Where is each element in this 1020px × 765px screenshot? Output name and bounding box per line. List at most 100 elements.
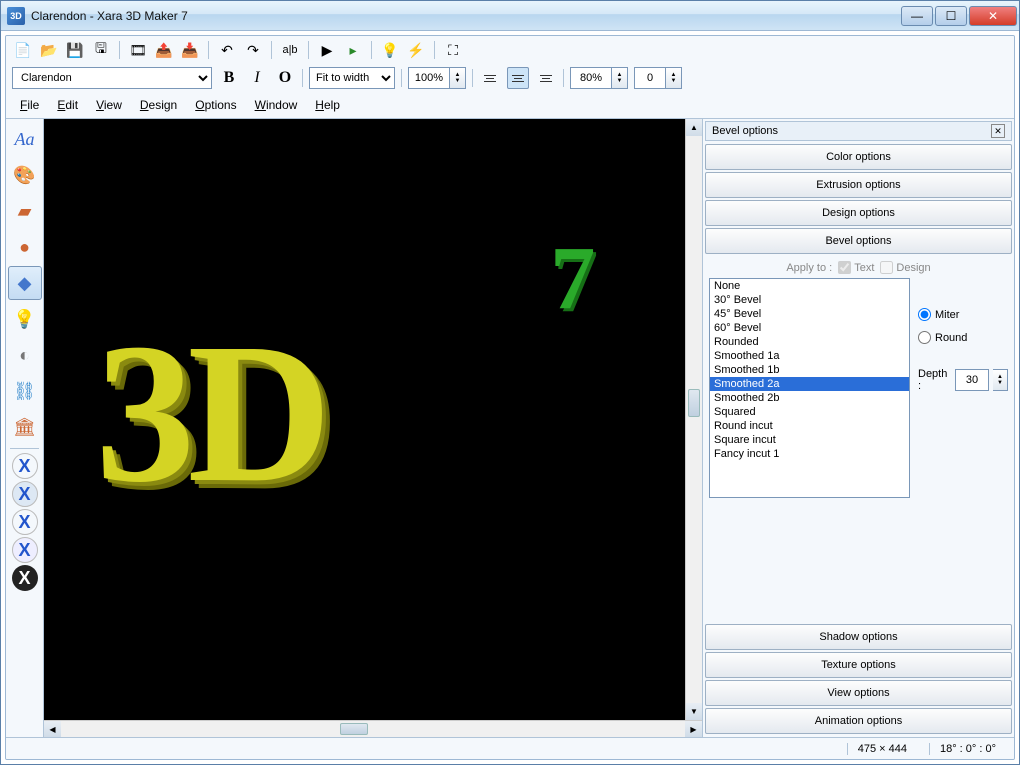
apply-design-checkbox[interactable]: Design: [880, 261, 930, 274]
bevel-tool[interactable]: ◆: [8, 266, 42, 300]
round-radio[interactable]: Round: [918, 331, 1008, 344]
zoom-spinner[interactable]: ▲▼: [450, 67, 466, 89]
export-button[interactable]: 📤: [153, 39, 175, 61]
bevel-list[interactable]: None30° Bevel45° Bevel60° BevelRoundedSm…: [709, 278, 910, 498]
align-right-button[interactable]: [535, 67, 557, 89]
vscroll-thumb[interactable]: [688, 389, 700, 417]
menu-options[interactable]: Options: [187, 96, 244, 114]
canvas-sup-text: 7: [550, 227, 595, 330]
menu-edit[interactable]: Edit: [49, 96, 86, 114]
animation-button[interactable]: 🎞: [127, 39, 149, 61]
scroll-up-arrow[interactable]: ▲: [686, 119, 702, 136]
color-options-button[interactable]: Color options: [705, 144, 1012, 170]
minimize-button[interactable]: —: [901, 6, 933, 26]
import-button[interactable]: 📥: [179, 39, 201, 61]
horizontal-scrollbar[interactable]: ◀ ▶: [44, 720, 702, 737]
scroll-right-arrow[interactable]: ▶: [685, 721, 702, 737]
step-button[interactable]: ▸: [342, 39, 364, 61]
x4-tool[interactable]: X: [12, 537, 38, 563]
zoom-control: ▲▼: [408, 67, 466, 89]
texture-options-button[interactable]: Texture options: [705, 652, 1012, 678]
zoom-input[interactable]: [408, 67, 450, 89]
tracking-input[interactable]: [570, 67, 612, 89]
apply-text-checkbox[interactable]: Text: [838, 261, 874, 274]
x3-tool[interactable]: X: [12, 509, 38, 535]
separator: [401, 69, 402, 87]
save-button[interactable]: 💾: [64, 39, 86, 61]
redo-button[interactable]: ↷: [242, 39, 264, 61]
menu-file[interactable]: File: [12, 96, 47, 114]
bevel-list-item[interactable]: Smoothed 1b: [710, 363, 909, 377]
bevel-list-item[interactable]: Smoothed 2b: [710, 391, 909, 405]
menu-help[interactable]: Help: [307, 96, 348, 114]
fullscreen-button[interactable]: ⛶: [442, 39, 464, 61]
bevel-list-item[interactable]: Round incut: [710, 419, 909, 433]
link-tool[interactable]: ⛓: [8, 374, 42, 408]
bold-button[interactable]: B: [218, 67, 240, 89]
bevel-list-item[interactable]: Fancy incut 1: [710, 447, 909, 461]
bevel-list-item[interactable]: Squared: [710, 405, 909, 419]
shadow-options-button[interactable]: Shadow options: [705, 624, 1012, 650]
baseline-input[interactable]: [634, 67, 666, 89]
align-left-button[interactable]: [479, 67, 501, 89]
depth-input[interactable]: [955, 369, 989, 391]
play-button[interactable]: ▶: [316, 39, 338, 61]
extrusion-options-button[interactable]: Extrusion options: [705, 172, 1012, 198]
panel-close-button[interactable]: ✕: [991, 124, 1005, 138]
canvas[interactable]: 3D 7: [44, 119, 685, 720]
animation-options-button[interactable]: Animation options: [705, 708, 1012, 734]
x5-tool[interactable]: X: [12, 565, 38, 591]
bevel-list-item[interactable]: 45° Bevel: [710, 307, 909, 321]
statusbar: 475 × 444 18° : 0° : 0°: [6, 737, 1014, 759]
extrude-tool[interactable]: ▰: [8, 194, 42, 228]
menu-view[interactable]: View: [88, 96, 130, 114]
light-tool[interactable]: 💡: [8, 302, 42, 336]
undo-button[interactable]: ↶: [216, 39, 238, 61]
design-options-button[interactable]: Design options: [705, 200, 1012, 226]
bevel-list-item[interactable]: None: [710, 279, 909, 293]
maximize-button[interactable]: ☐: [935, 6, 967, 26]
italic-button[interactable]: I: [246, 67, 268, 89]
flash-button[interactable]: ⚡: [405, 39, 427, 61]
texture-tool[interactable]: ◐: [8, 338, 42, 372]
status-angles: 18° : 0° : 0°: [929, 743, 1006, 755]
depth-label: Depth :: [918, 368, 951, 392]
save-as-button[interactable]: 🖫: [90, 39, 112, 61]
menu-window[interactable]: Window: [247, 96, 306, 114]
color-tool[interactable]: 🎨: [8, 158, 42, 192]
outline-button[interactable]: O: [274, 67, 296, 89]
view-options-button[interactable]: View options: [705, 680, 1012, 706]
bevel-list-item[interactable]: Smoothed 2a: [710, 377, 909, 391]
new-button[interactable]: 📄: [12, 39, 34, 61]
bevel-list-item[interactable]: Square incut: [710, 433, 909, 447]
text-button[interactable]: a|b: [279, 39, 301, 61]
building-tool[interactable]: 🏛: [8, 410, 42, 444]
light-button[interactable]: 💡: [379, 39, 401, 61]
scroll-down-arrow[interactable]: ▼: [686, 703, 702, 720]
hscroll-thumb[interactable]: [340, 723, 368, 735]
window-title: Clarendon - Xara 3D Maker 7: [31, 9, 899, 23]
bevel-list-item[interactable]: 30° Bevel: [710, 293, 909, 307]
menu-design[interactable]: Design: [132, 96, 185, 114]
vertical-scrollbar[interactable]: ▲ ▼: [685, 119, 702, 720]
fit-select[interactable]: Fit to width: [309, 67, 395, 89]
baseline-spinner[interactable]: ▲▼: [666, 67, 682, 89]
bevel-list-item[interactable]: 60° Bevel: [710, 321, 909, 335]
sphere-tool[interactable]: ●: [8, 230, 42, 264]
bevel-options-button[interactable]: Bevel options: [705, 228, 1012, 254]
depth-spinner[interactable]: ▲▼: [993, 369, 1008, 391]
miter-radio[interactable]: Miter: [918, 308, 1008, 321]
app-icon: 3D: [7, 7, 25, 25]
align-center-button[interactable]: [507, 67, 529, 89]
scroll-left-arrow[interactable]: ◀: [44, 721, 61, 737]
text-tool[interactable]: Aa: [8, 122, 42, 156]
open-button[interactable]: 📂: [38, 39, 60, 61]
tracking-spinner[interactable]: ▲▼: [612, 67, 628, 89]
x1-tool[interactable]: X: [12, 453, 38, 479]
bevel-list-item[interactable]: Rounded: [710, 335, 909, 349]
close-button[interactable]: ✕: [969, 6, 1017, 26]
font-select[interactable]: Clarendon: [12, 67, 212, 89]
x2-tool[interactable]: X: [12, 481, 38, 507]
options-panel: Bevel options ✕ Color options Extrusion …: [702, 119, 1014, 737]
bevel-list-item[interactable]: Smoothed 1a: [710, 349, 909, 363]
